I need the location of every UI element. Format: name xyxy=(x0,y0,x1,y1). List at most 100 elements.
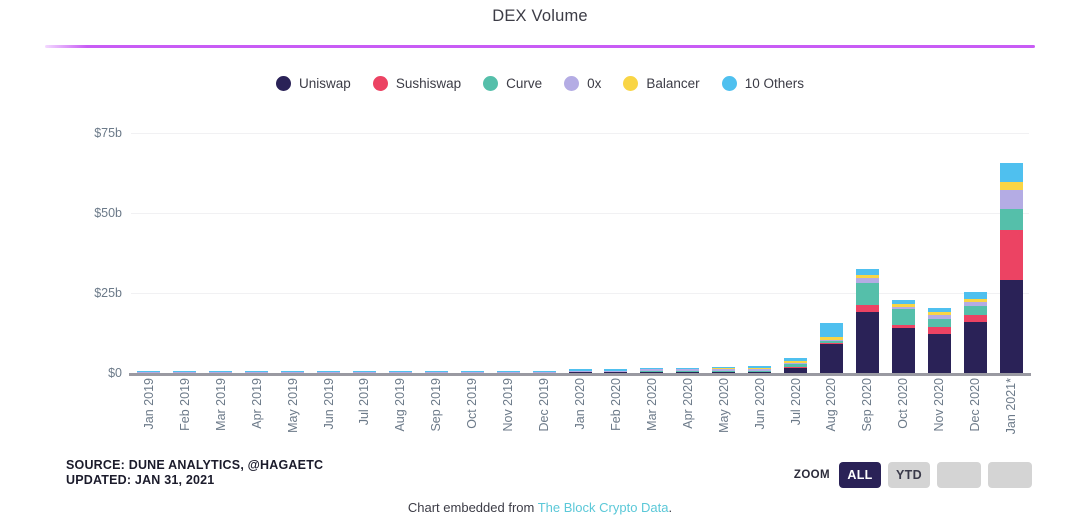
bar-column[interactable] xyxy=(921,123,957,373)
bar-column[interactable] xyxy=(490,123,526,373)
bar-column[interactable] xyxy=(634,123,670,373)
x-axis-tick: Apr 2020 xyxy=(670,378,706,450)
x-axis-tick-label: Sep 2019 xyxy=(429,378,444,432)
x-axis-tick-label: Dec 2019 xyxy=(537,378,552,432)
bar-column[interactable] xyxy=(418,123,454,373)
bar-column[interactable] xyxy=(670,123,706,373)
x-axis-tick-label: Jan 2019 xyxy=(141,378,156,430)
stacked-bar[interactable] xyxy=(999,163,1023,373)
x-axis-tick-label: Jan 2020 xyxy=(573,378,588,430)
bar-segment xyxy=(963,292,987,300)
bar-segment xyxy=(963,321,987,373)
zoom-button-4[interactable] xyxy=(988,462,1032,488)
x-axis-tick: Nov 2020 xyxy=(921,378,957,450)
x-axis-tick: Sep 2019 xyxy=(418,378,454,450)
x-axis-tick: Jun 2020 xyxy=(742,378,778,450)
embed-suffix: . xyxy=(668,500,673,515)
source-line-2: UPDATED: JAN 31, 2021 xyxy=(66,473,215,487)
bar-column[interactable] xyxy=(347,123,383,373)
x-axis-line xyxy=(129,373,1031,376)
plot-area: $0 $25b $50b $75b Jan 2019 Feb 2019 Mar 2019 A… xyxy=(0,0,1080,530)
source-credit: SOURCE: DUNE ANALYTICS, @HAGAETC UPDATED… xyxy=(66,458,323,488)
x-axis-tick-label: Nov 2020 xyxy=(932,378,947,432)
x-axis-tick: Jan 2021* xyxy=(993,378,1029,450)
x-axis-tick: Feb 2019 xyxy=(167,378,203,450)
chart-page: DEX Volume Uniswap Sushiswap Curve 0x Balanc… xyxy=(0,0,1080,530)
bar-column[interactable] xyxy=(167,123,203,373)
stacked-bar[interactable] xyxy=(891,299,915,373)
y-axis-tick-label: $25b xyxy=(94,285,122,300)
bar-column[interactable] xyxy=(382,123,418,373)
bar-segment xyxy=(855,305,879,313)
x-axis-tick-label: Nov 2019 xyxy=(501,378,516,432)
x-axis-tick-label: Sep 2020 xyxy=(860,378,875,432)
x-axis-tick-label: Aug 2019 xyxy=(393,378,408,432)
bar-segment xyxy=(891,308,915,325)
stacked-bar[interactable] xyxy=(927,307,951,373)
x-axis-tick-label: Apr 2019 xyxy=(249,378,264,429)
bar-column[interactable] xyxy=(742,123,778,373)
y-axis-tick-label: $50b xyxy=(94,205,122,220)
x-axis-tick-label: Mar 2019 xyxy=(213,378,228,431)
x-axis-tick: Feb 2020 xyxy=(598,378,634,450)
x-axis-tick: Dec 2019 xyxy=(526,378,562,450)
embed-source-link[interactable]: The Block Crypto Data xyxy=(538,500,669,515)
x-axis-tick-label: Jun 2020 xyxy=(752,378,767,430)
bar-column[interactable] xyxy=(957,123,993,373)
bar-column[interactable] xyxy=(706,123,742,373)
zoom-controls: ZOOM ALL YTD xyxy=(794,462,1032,488)
x-axis-tick: Oct 2020 xyxy=(885,378,921,450)
embed-prefix: Chart embedded from xyxy=(407,500,538,515)
bar-column[interactable] xyxy=(526,123,562,373)
bar-column[interactable] xyxy=(131,123,167,373)
bar-segment xyxy=(999,230,1023,281)
bar-segment xyxy=(819,322,843,338)
y-axis-ticks: $0 $25b $50b $75b xyxy=(60,123,122,380)
bar-column[interactable] xyxy=(849,123,885,373)
x-axis-tick-label: May 2020 xyxy=(716,378,731,433)
embed-note: Chart embedded from The Block Crypto Dat… xyxy=(0,500,1080,515)
x-axis-tick: May 2020 xyxy=(706,378,742,450)
x-axis-tick: May 2019 xyxy=(275,378,311,450)
x-axis-tick-label: Feb 2020 xyxy=(608,378,623,431)
bar-column[interactable] xyxy=(275,123,311,373)
stacked-bar[interactable] xyxy=(819,322,843,373)
bar-column[interactable] xyxy=(562,123,598,373)
zoom-button-3[interactable] xyxy=(937,462,981,488)
stacked-bar[interactable] xyxy=(855,269,879,373)
x-axis-tick-label: Feb 2019 xyxy=(177,378,192,431)
zoom-button-ytd[interactable]: YTD xyxy=(888,462,930,488)
x-axis-tick: Sep 2020 xyxy=(849,378,885,450)
bar-column[interactable] xyxy=(203,123,239,373)
x-axis-tick-label: Jan 2021* xyxy=(1004,378,1019,435)
bar-column[interactable] xyxy=(814,123,850,373)
bar-segment xyxy=(927,326,951,334)
x-axis-tick: Mar 2019 xyxy=(203,378,239,450)
x-axis-tick-label: Mar 2020 xyxy=(644,378,659,431)
bar-segment xyxy=(927,333,951,373)
bar-segment xyxy=(999,181,1023,191)
zoom-button-all[interactable]: ALL xyxy=(839,462,881,488)
bar-series-container xyxy=(131,123,1029,373)
stacked-bar[interactable] xyxy=(963,292,987,373)
x-axis-tick: Aug 2020 xyxy=(814,378,850,450)
bar-column[interactable] xyxy=(778,123,814,373)
x-axis-tick-label: Jun 2019 xyxy=(321,378,336,430)
bar-column[interactable] xyxy=(311,123,347,373)
bar-segment xyxy=(999,208,1023,231)
x-axis-tick: Nov 2019 xyxy=(490,378,526,450)
x-axis-tick: Jan 2020 xyxy=(562,378,598,450)
source-line-1: SOURCE: DUNE ANALYTICS, @HAGAETC xyxy=(66,458,324,472)
bar-column[interactable] xyxy=(454,123,490,373)
x-axis-tick-label: Oct 2019 xyxy=(465,378,480,429)
stacked-bar[interactable] xyxy=(784,357,808,373)
bar-column[interactable] xyxy=(239,123,275,373)
bar-column[interactable] xyxy=(885,123,921,373)
bar-column[interactable] xyxy=(993,123,1029,373)
x-axis-tick-label: Dec 2020 xyxy=(968,378,983,432)
x-axis-tick: Oct 2019 xyxy=(454,378,490,450)
x-axis-tick-label: Aug 2020 xyxy=(824,378,839,432)
x-axis-labels: Jan 2019 Feb 2019 Mar 2019 Apr 2019 May 2019… xyxy=(131,378,1029,450)
bar-column[interactable] xyxy=(598,123,634,373)
stacked-bar[interactable] xyxy=(748,366,772,373)
